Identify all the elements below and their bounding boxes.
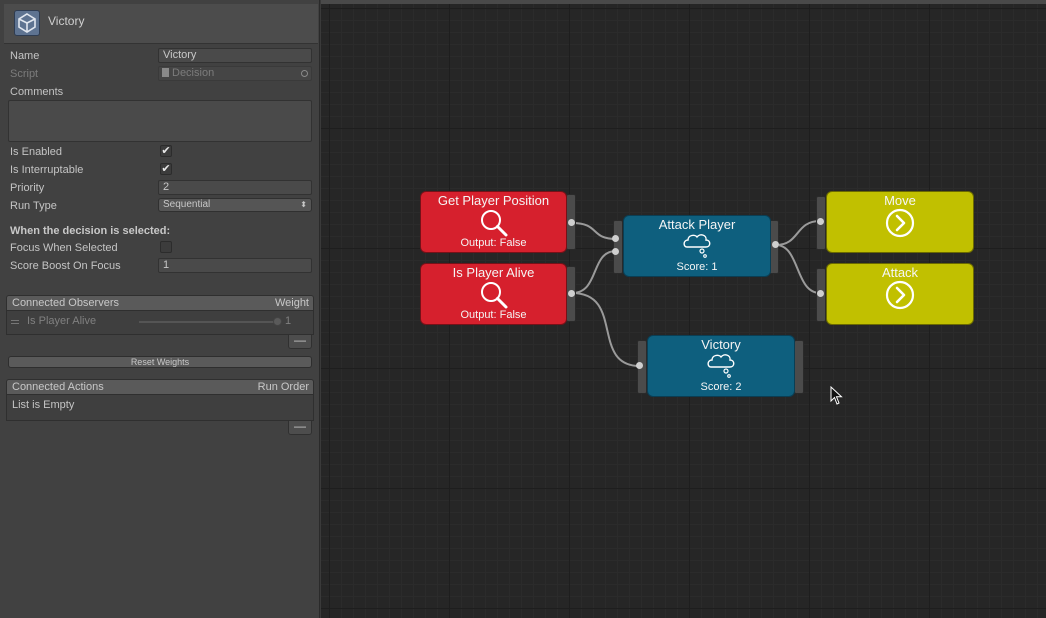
- node-title: Get Player Position: [437, 193, 550, 208]
- node-title: Is Player Alive: [452, 265, 535, 280]
- node-subtitle: Score: 2: [700, 381, 742, 393]
- node-attack-player[interactable]: Attack Player Score: 1: [623, 215, 771, 277]
- wire-attack-player-to-attack: [775, 244, 821, 294]
- wire-alive-to-attack-player: [571, 250, 617, 294]
- input-port-dot[interactable]: [612, 248, 619, 255]
- wire-alive-to-victory: [571, 292, 641, 367]
- node-title: Attack Player: [658, 217, 736, 232]
- mouse-cursor-icon: [830, 385, 844, 409]
- output-port-dot[interactable]: [772, 241, 779, 248]
- wire-attack-player-to-move: [775, 220, 821, 246]
- node-title: Attack: [881, 265, 919, 280]
- arrow-circle-icon: [885, 280, 915, 313]
- input-port-dot[interactable]: [817, 290, 824, 297]
- node-subtitle: Output: False: [460, 237, 527, 249]
- output-port[interactable]: [794, 340, 804, 394]
- output-port-dot[interactable]: [568, 219, 575, 226]
- node-victory[interactable]: Victory Score: 2: [647, 335, 795, 397]
- input-port-dot[interactable]: [636, 362, 643, 369]
- node-title: Move: [884, 193, 916, 208]
- input-port-dot[interactable]: [612, 235, 619, 242]
- node-subtitle: Output: False: [460, 309, 527, 321]
- input-port-dot[interactable]: [817, 218, 824, 225]
- node-move[interactable]: Move: [826, 191, 974, 253]
- node-attack[interactable]: Attack: [826, 263, 974, 325]
- output-port-dot[interactable]: [568, 290, 575, 297]
- node-title: Victory: [701, 337, 741, 352]
- node-is-player-alive[interactable]: Is Player Alive Output: False: [420, 263, 567, 325]
- node-subtitle: Score: 1: [676, 261, 718, 273]
- input-port[interactable]: [613, 220, 623, 274]
- arrow-circle-icon: [885, 208, 915, 241]
- wire-position-to-attack-player: [571, 222, 617, 240]
- node-get-player-position[interactable]: Get Player Position Output: False: [420, 191, 567, 253]
